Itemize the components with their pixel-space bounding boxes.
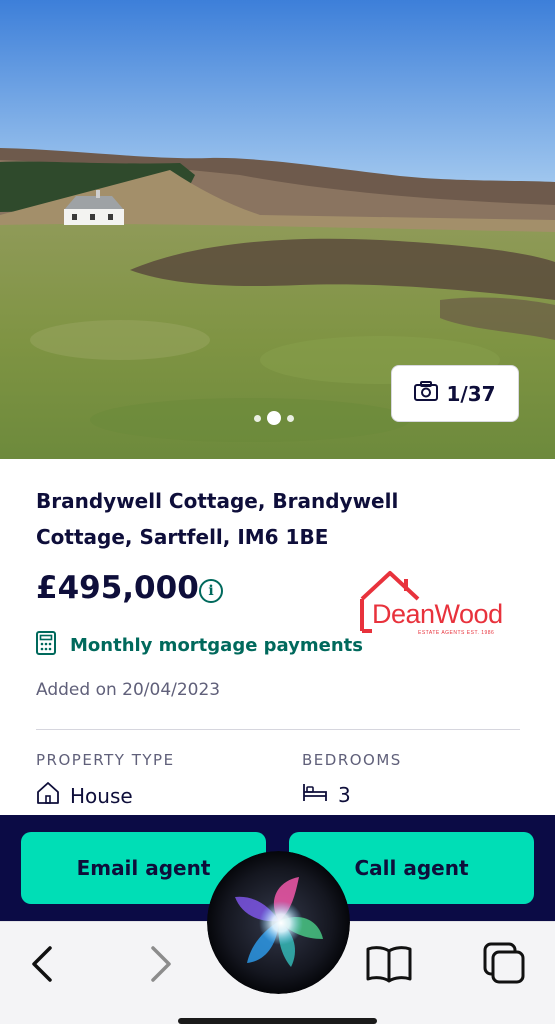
bedrooms-label: BEDROOMS [302,751,402,769]
mortgage-label: Monthly mortgage payments [70,634,363,656]
photo-counter-text: 1/37 [446,381,496,406]
bed-icon [302,781,328,808]
house-icon [36,781,60,810]
tabs-icon[interactable] [479,938,531,990]
property-type: House [36,781,133,810]
listing-details: Brandywell Cottage, Brandywell Cottage, … [0,459,555,815]
photo-counter-button[interactable]: 1/37 [391,365,519,422]
camera-icon [414,381,439,406]
property-type-label: PROPERTY TYPE [36,751,175,769]
bedrooms-value: 3 [338,782,351,807]
property-type-value: House [70,783,133,808]
book-icon[interactable] [363,938,415,990]
agent-logo-text: DeanWood [372,599,503,629]
divider [36,729,520,730]
carousel-dots [254,411,294,425]
agent-logo[interactable]: DeanWood ESTATE AGENTS EST. 1986 [358,569,514,641]
property-address: Brandywell Cottage, Brandywell Cottage, … [36,489,399,549]
carousel-dot-active [267,411,281,425]
property-price: £495,000 [36,570,199,606]
agent-logo-tagline: ESTATE AGENTS EST. 1986 [418,630,495,636]
chevron-left-icon[interactable] [16,938,68,990]
mortgage-link[interactable]: Monthly mortgage payments [36,631,363,659]
carousel-dot [254,414,261,422]
info-icon[interactable]: i [199,579,223,603]
carousel-dot [287,414,294,422]
chevron-right-icon[interactable] [135,938,187,990]
siri-orb-icon[interactable] [207,851,350,994]
calculator-icon [36,631,56,659]
bedrooms: 3 [302,781,351,808]
date-added: Added on 20/04/2023 [36,680,221,700]
home-indicator [178,1018,377,1024]
